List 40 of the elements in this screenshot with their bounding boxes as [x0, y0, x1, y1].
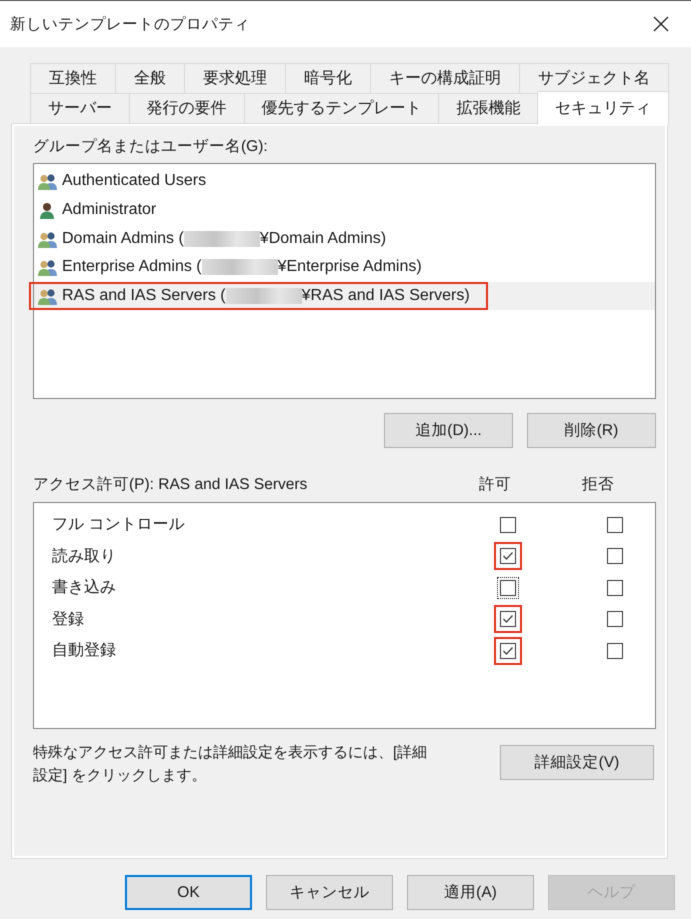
checkbox[interactable]	[500, 642, 516, 659]
checkbox[interactable]	[607, 548, 623, 564]
column-header: 許可	[478, 474, 512, 494]
users-icon	[37, 258, 58, 276]
users-icon	[37, 230, 58, 248]
checkbox[interactable]	[500, 516, 516, 533]
tab[interactable]: サブジェクト名	[519, 63, 669, 93]
checkbox[interactable]	[607, 611, 623, 628]
users-icon	[37, 287, 58, 306]
checkbox[interactable]	[607, 516, 623, 533]
checkbox[interactable]	[607, 642, 623, 659]
user-list-item[interactable]: Authenticated Users	[29, 167, 224, 196]
permission-label: アクセス許可(P): RAS and IAS Servers	[33, 474, 308, 494]
users-icon	[37, 172, 58, 190]
column-header: 拒否	[581, 474, 615, 494]
tab[interactable]: サーバー	[30, 93, 130, 123]
dialog-button[interactable]: OK	[125, 875, 252, 910]
permission-name: 読み取り	[52, 546, 117, 567]
checkbox[interactable]	[607, 580, 623, 596]
permission-name: 書き込み	[52, 578, 117, 598]
dialog-button[interactable]: 削除(R)	[527, 413, 656, 448]
user-list-item[interactable]: Enterprise Admins ( ¥Enterprise Admins)	[29, 253, 440, 282]
tab[interactable]: 互換性	[30, 63, 116, 93]
permission-name: 登録	[52, 610, 85, 630]
checkbox[interactable]	[500, 548, 516, 564]
hint-text: 特殊なアクセス許可または詳細設定を表示するには、[詳細設定] をクリックします。	[33, 743, 428, 786]
list-label: グループ名またはユーザー名(G):	[33, 137, 269, 157]
dialog-button[interactable]: 適用(A)	[407, 875, 534, 910]
permission-name: フル コントロール	[52, 515, 186, 536]
close-icon	[652, 15, 670, 33]
dialog-button[interactable]: キャンセル	[266, 875, 393, 910]
advanced-button[interactable]: 詳細設定(V)	[500, 745, 654, 780]
checkbox[interactable]	[500, 611, 516, 628]
tab[interactable]: セキュリティ	[537, 91, 669, 125]
permission-name: 自動登録	[52, 641, 117, 662]
user-list-item[interactable]: RAS and IAS Servers ( ¥RAS and IAS Servers)	[29, 282, 488, 310]
dialog-button[interactable]: 追加(D)...	[384, 413, 513, 448]
user-list-item[interactable]: Administrator	[29, 196, 174, 224]
user-list-item[interactable]: Domain Admins ( ¥Domain Admins)	[29, 224, 404, 253]
window-title: 新しいテンプレートのプロパティ	[10, 14, 250, 34]
